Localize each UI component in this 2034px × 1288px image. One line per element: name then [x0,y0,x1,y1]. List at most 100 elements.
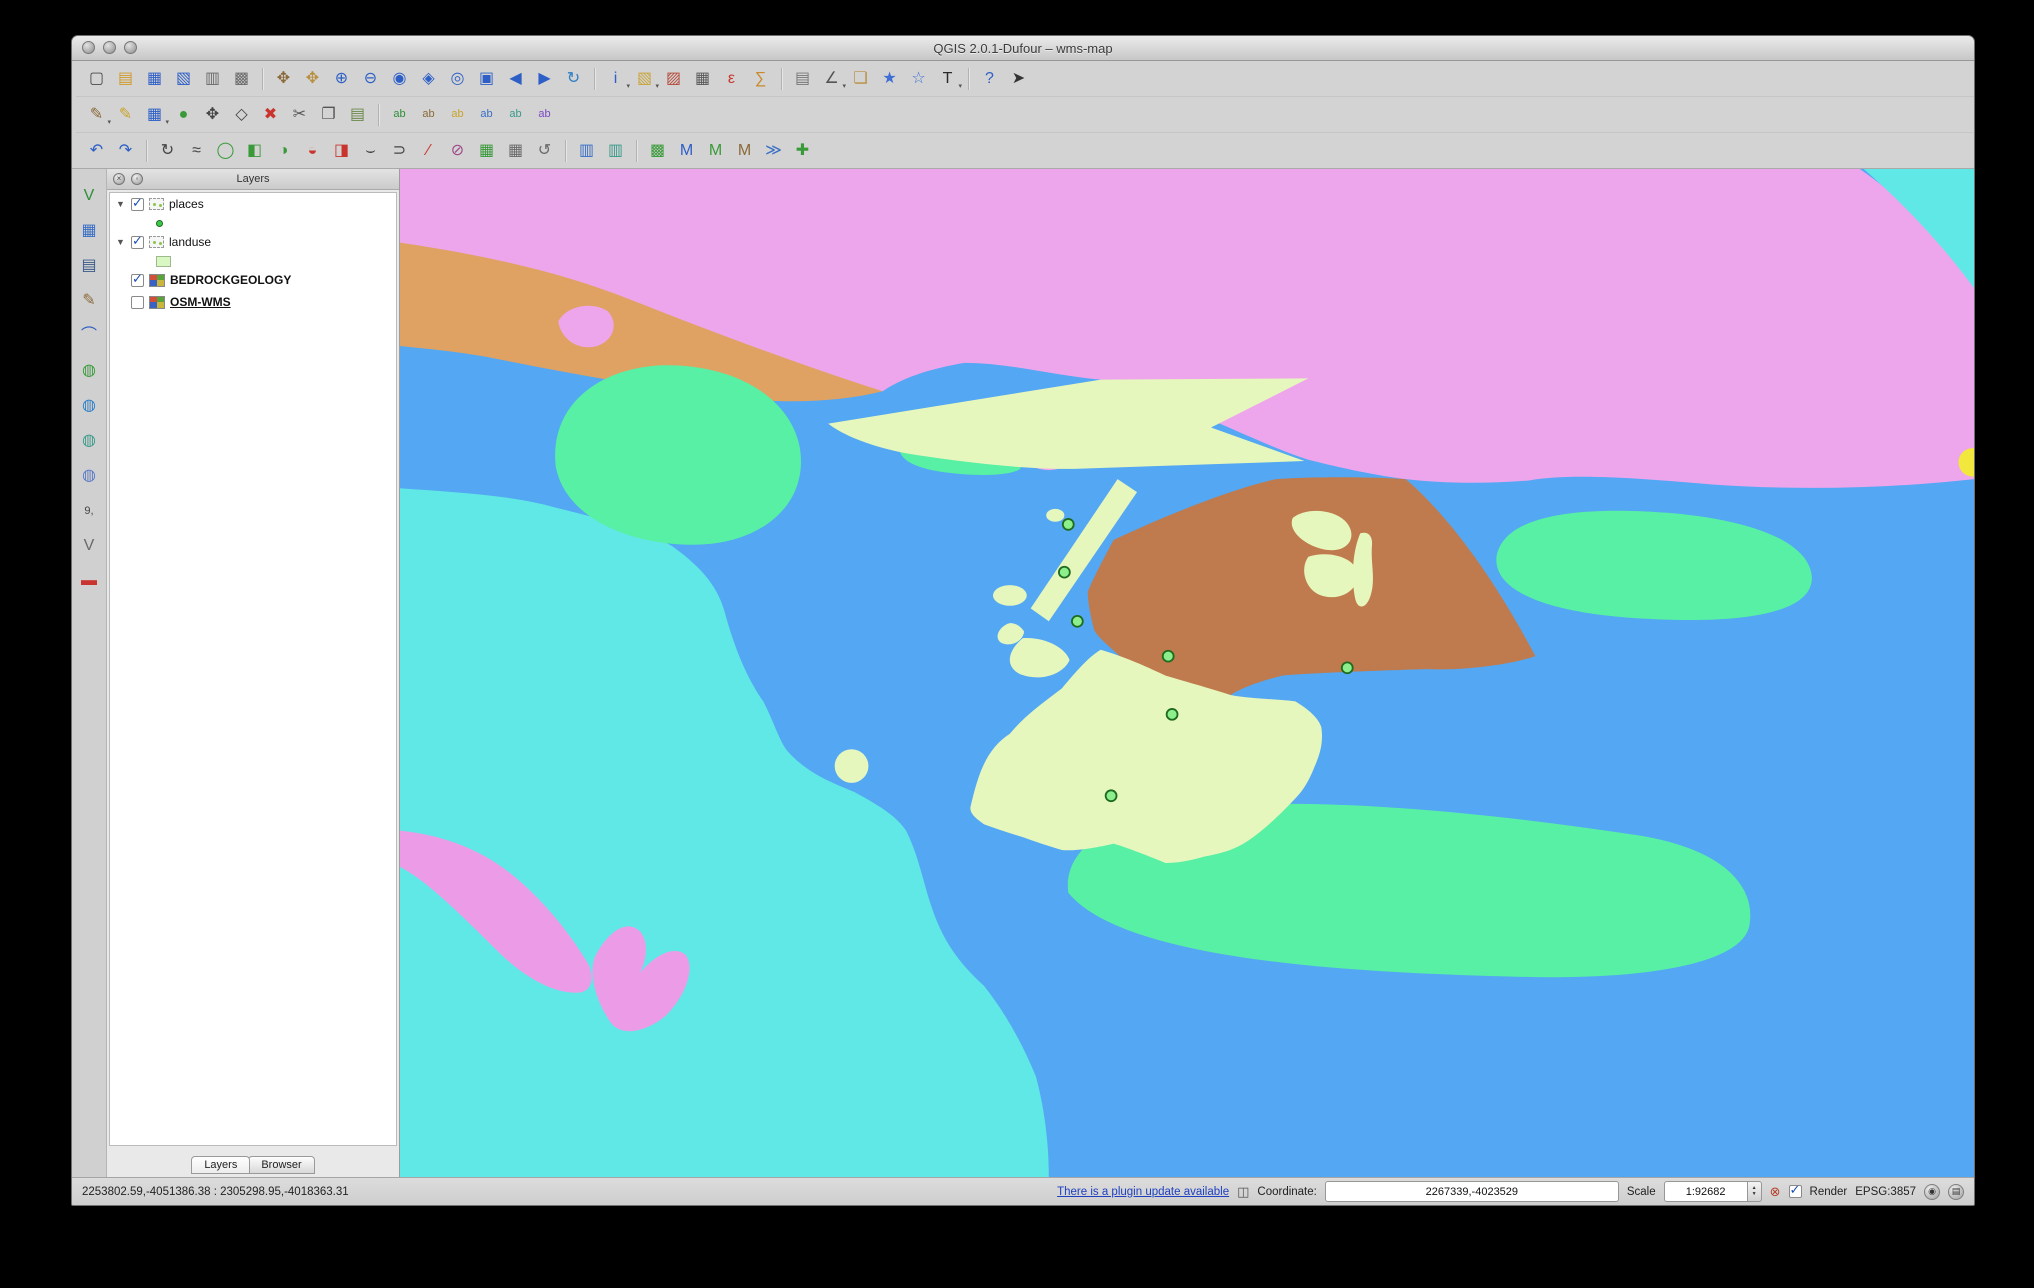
reshape-features-button[interactable]: ⌣ [357,137,384,164]
print-layout-button[interactable]: ▤ [789,65,816,92]
db-manager-button[interactable]: ▩ [644,137,671,164]
measure-line-button[interactable]: ∠▾ [818,65,845,92]
split-features-button[interactable]: ∕ [415,137,442,164]
paste-features-button[interactable]: ▤ [344,101,371,128]
crs-status-icon[interactable]: ◉ [1924,1184,1940,1200]
layer-item-osm-wms[interactable]: OSM-WMS [110,291,396,313]
plugin-update-link[interactable]: There is a plugin update available [1057,1186,1229,1198]
scale-stepper[interactable]: ▲▼ [1748,1181,1762,1202]
save-project-as-button[interactable]: ▧ [170,65,197,92]
rotate-label-button[interactable]: ab [502,101,529,128]
deselect-features-button[interactable]: ▨ [660,65,687,92]
cut-features-button[interactable]: ✂ [286,101,313,128]
rotate-feature-button[interactable]: ↻ [154,137,181,164]
layer-visibility-checkbox[interactable] [131,236,144,249]
panel-tab-browser[interactable]: Browser [248,1156,314,1174]
layer-labeling-options-button[interactable]: ab [386,101,413,128]
text-annotation-button[interactable]: T▾ [934,65,961,92]
new-print-composer-button[interactable]: ▥ [199,65,226,92]
add-postgis-layer-button[interactable]: ▤ [76,253,102,279]
add-delimited-text-layer-button[interactable]: 9, [76,498,102,524]
python-console-button[interactable]: ≫ [760,137,787,164]
plugin-manager-button[interactable]: ✚ [789,137,816,164]
zoom-window-button[interactable] [124,41,137,54]
map-tips-button[interactable]: ❏ [847,65,874,92]
merge-feature-attributes-button[interactable]: ▦ [502,137,529,164]
identify-features-button[interactable]: i▾ [602,65,629,92]
zoom-last-button[interactable]: ◀ [502,65,529,92]
add-feature-button[interactable]: ● [170,101,197,128]
help-contents-button[interactable]: ? [976,65,1003,92]
pan-map-button[interactable]: ✥ [270,65,297,92]
offset-curve-button[interactable]: ⊃ [386,137,413,164]
open-attribute-table-button[interactable]: ▦ [689,65,716,92]
redo-button[interactable]: ↷ [112,137,139,164]
simplify-feature-button[interactable]: ≈ [183,137,210,164]
new-project-button[interactable]: ▢ [83,65,110,92]
zoom-next-button[interactable]: ▶ [531,65,558,92]
add-wms-layer-button[interactable]: ◍ [76,393,102,419]
map-canvas[interactable] [400,169,1974,1177]
move-label-button[interactable]: ab [473,101,500,128]
highlight-pinned-labels-button[interactable]: ab [444,101,471,128]
open-project-button[interactable]: ▤ [112,65,139,92]
add-part-button[interactable]: ◧ [241,137,268,164]
delete-ring-button[interactable]: ◒ [299,137,326,164]
disclosure-triangle-icon[interactable]: ▼ [115,237,126,247]
new-shapefile-layer-button[interactable]: V [76,533,102,559]
layer-item-places[interactable]: ▼places [110,193,396,215]
select-features-button[interactable]: ▧▾ [631,65,658,92]
split-parts-button[interactable]: ⊘ [444,137,471,164]
zoom-to-layer-button[interactable]: ▣ [473,65,500,92]
zoom-full-button[interactable]: ◈ [415,65,442,92]
field-calculator-button[interactable]: ε [718,65,745,92]
raster-toolbar-histogram-button[interactable]: ▥ [573,137,600,164]
render-checkbox[interactable] [1789,1185,1802,1198]
move-feature-button[interactable]: ✥ [199,101,226,128]
layer-visibility-checkbox[interactable] [131,198,144,211]
close-window-button[interactable] [82,41,95,54]
zoom-in-button[interactable]: ⊕ [328,65,355,92]
stop-render-icon[interactable]: ⊗ [1770,1184,1781,1200]
undo-button[interactable]: ↶ [83,137,110,164]
attribute-actions-button[interactable]: ∑ [747,65,774,92]
node-tool-button[interactable]: ◇ [228,101,255,128]
toggle-editing-button[interactable]: ✎ [112,101,139,128]
add-mssql-layer-button[interactable]: ⌒ [76,323,102,349]
metasearch-button[interactable]: M [673,137,700,164]
add-ring-button[interactable]: ◯ [212,137,239,164]
plugin-icon[interactable]: ◫ [1237,1184,1249,1200]
rotate-point-symbols-button[interactable]: ↺ [531,137,558,164]
delete-part-button[interactable]: ◨ [328,137,355,164]
pin-unpin-labels-button[interactable]: ab [415,101,442,128]
disclosure-triangle-icon[interactable]: ▼ [115,199,126,209]
messages-log-icon[interactable]: ▤ [1948,1184,1964,1200]
scale-input[interactable] [1664,1181,1748,1202]
add-raster-layer-button[interactable]: ▦ [76,218,102,244]
fill-ring-button[interactable]: ◑ [270,137,297,164]
layer-visibility-checkbox[interactable] [131,296,144,309]
raster-toolbar-stretch-button[interactable]: ▥ [602,137,629,164]
new-bookmark-button[interactable]: ★ [876,65,903,92]
layer-item-landuse[interactable]: ▼landuse [110,231,396,253]
layer-item-bedrockgeology[interactable]: BEDROCKGEOLOGY [110,269,396,291]
whats-this-button[interactable]: ➤ [1005,65,1032,92]
panel-tab-layers[interactable]: Layers [191,1156,250,1174]
mapserver-export-button[interactable]: M [702,137,729,164]
layer-visibility-checkbox[interactable] [131,274,144,287]
add-vector-layer-button[interactable]: V [76,183,102,209]
show-bookmarks-button[interactable]: ☆ [905,65,932,92]
copy-features-button[interactable]: ❐ [315,101,342,128]
delete-selected-button[interactable]: ✖ [257,101,284,128]
offline-editing-button[interactable]: M [731,137,758,164]
composer-manager-button[interactable]: ▩ [228,65,255,92]
change-label-button[interactable]: ab [531,101,558,128]
current-edits-button[interactable]: ✎▾ [83,101,110,128]
minimize-window-button[interactable] [103,41,116,54]
add-wfs-layer-button[interactable]: ◍ [76,463,102,489]
add-spatialite-layer-button[interactable]: ✎ [76,288,102,314]
save-layer-edits-button[interactable]: ▦▾ [141,101,168,128]
merge-features-button[interactable]: ▦ [473,137,500,164]
zoom-to-selection-button[interactable]: ◎ [444,65,471,92]
zoom-native-button[interactable]: ◉ [386,65,413,92]
